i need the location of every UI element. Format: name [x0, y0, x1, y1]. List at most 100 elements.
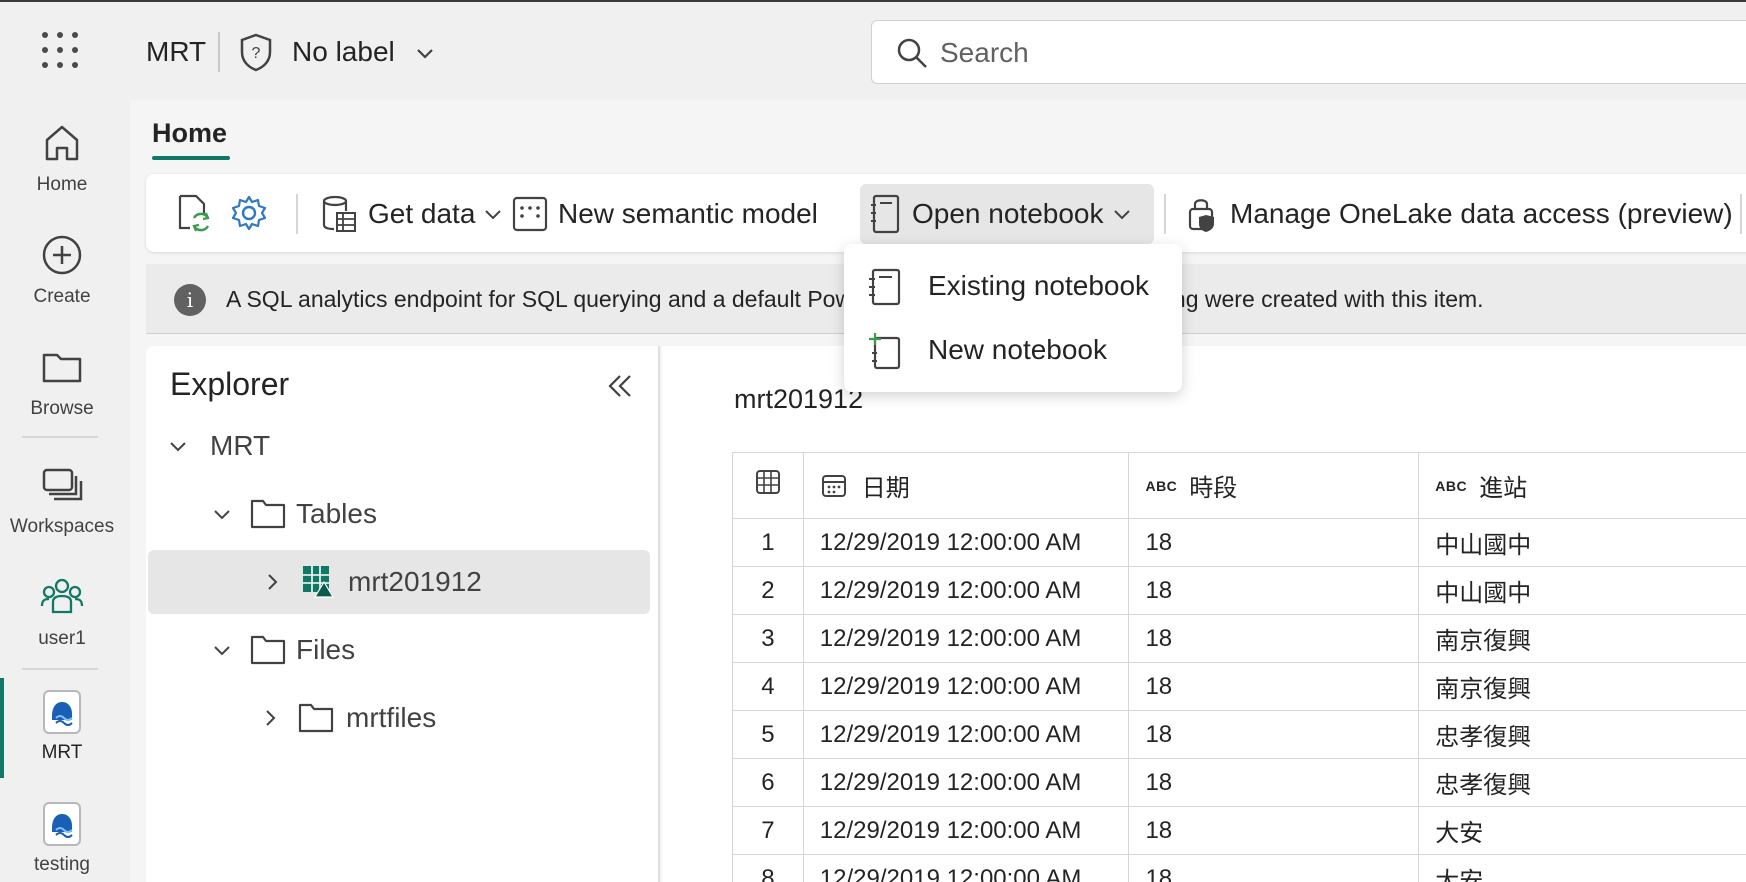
sensitivity-label[interactable]: No label	[292, 36, 395, 68]
nav-label: Create	[33, 286, 91, 307]
database-icon	[322, 195, 356, 232]
nav-testing[interactable]: testing	[0, 802, 124, 876]
cell-station: 忠孝復興	[1418, 758, 1746, 807]
folder-icon	[298, 703, 334, 733]
workspace-name[interactable]: MRT	[146, 36, 206, 68]
table-row: 4 12/29/2019 12:00:00 AM 18 南京復興	[732, 662, 1746, 711]
tree-item-mrtfiles[interactable]: mrtfiles	[146, 686, 660, 750]
app-launcher-icon[interactable]	[42, 32, 78, 68]
delta-table-icon	[303, 566, 334, 598]
table-row: 1 12/29/2019 12:00:00 AM 18 中山國中	[732, 518, 1746, 567]
cell-date: 12/29/2019 12:00:00 AM	[802, 518, 1130, 567]
table-row: 2 12/29/2019 12:00:00 AM 18 中山國中	[732, 566, 1746, 615]
grid-select-all[interactable]	[732, 452, 804, 519]
chevron-right-icon[interactable]	[258, 706, 282, 730]
column-header-date[interactable]: 日期	[802, 452, 1130, 519]
nav-user1[interactable]: user1	[0, 574, 124, 650]
cell-station: 中山國中	[1418, 518, 1746, 567]
table-row: 6 12/29/2019 12:00:00 AM 18 忠孝復興	[732, 758, 1746, 807]
lock-shield-icon	[1188, 199, 1214, 232]
toolbar-divider	[1740, 194, 1742, 234]
cell-slot: 18	[1128, 758, 1420, 807]
nav-divider	[22, 668, 98, 670]
cell-slot: 18	[1128, 566, 1420, 615]
new-semantic-model-button[interactable]: New semantic model	[502, 184, 828, 244]
nav-mrt[interactable]: MRT	[0, 690, 124, 764]
column-header-label: 時段	[1189, 475, 1238, 502]
notebook-icon	[869, 268, 901, 306]
plus-circle-icon	[42, 235, 82, 275]
tree-label: mrtfiles	[346, 702, 437, 733]
table-row: 7 12/29/2019 12:00:00 AM 18 大安	[732, 806, 1746, 855]
data-grid: 日期 ABC 時段 ABC 進站 1 12/29/2019 12:00:00 A…	[732, 452, 1746, 882]
cell-station: 忠孝復興	[1418, 710, 1746, 759]
cell-date: 12/29/2019 12:00:00 AM	[802, 662, 1130, 711]
folder-icon	[250, 635, 286, 665]
tab-home[interactable]: Home	[152, 118, 227, 149]
chevron-right-icon[interactable]	[260, 570, 284, 594]
search-input[interactable]: Search	[871, 20, 1746, 84]
open-notebook-button[interactable]: Open notebook	[860, 184, 1154, 244]
row-number: 6	[732, 758, 804, 807]
table-row: 3 12/29/2019 12:00:00 AM 18 南京復興	[732, 614, 1746, 663]
new-notebook-icon	[869, 333, 901, 370]
text-type-badge: ABC	[1145, 477, 1178, 494]
new-semantic-model-label: New semantic model	[558, 198, 818, 229]
notebook-icon	[871, 194, 900, 234]
chevron-down-icon[interactable]	[210, 502, 234, 526]
table-row: 8 12/29/2019 12:00:00 AM 18 大安	[732, 854, 1746, 882]
get-data-button[interactable]: Get data	[310, 184, 513, 244]
shield-icon[interactable]: ?	[238, 32, 274, 72]
nav-workspaces[interactable]: Workspaces	[0, 462, 124, 538]
row-number: 3	[732, 614, 804, 663]
semantic-model-icon	[512, 196, 548, 232]
text-type-badge: ABC	[1435, 477, 1468, 494]
app-window: MRT ? No label Search Home Create Browse…	[0, 0, 1746, 882]
cell-slot: 18	[1128, 710, 1420, 759]
cell-date: 12/29/2019 12:00:00 AM	[802, 710, 1130, 759]
row-number: 1	[732, 518, 804, 567]
row-number: 4	[732, 662, 804, 711]
nav-label: user1	[38, 628, 86, 649]
menu-item-existing-notebook[interactable]: Existing notebook	[844, 254, 1182, 316]
cell-date: 12/29/2019 12:00:00 AM	[802, 806, 1130, 855]
ribbon-toolbar: Get data New semantic model Open noteboo…	[146, 174, 1746, 252]
search-placeholder: Search	[940, 37, 1029, 68]
chevron-down-icon[interactable]	[414, 42, 436, 64]
tree-label: Files	[296, 634, 356, 665]
nav-divider	[22, 436, 98, 438]
cell-station: 大安	[1418, 854, 1746, 882]
toolbar-divider	[1164, 194, 1166, 234]
tree-item-table-mrt201912[interactable]: mrt201912	[148, 550, 650, 614]
cell-station: 大安	[1418, 806, 1746, 855]
row-number: 2	[732, 566, 804, 615]
nav-create[interactable]: Create	[0, 232, 124, 308]
chevron-down-icon[interactable]	[166, 434, 190, 458]
people-icon	[40, 578, 84, 614]
collapse-icon[interactable]	[604, 370, 636, 402]
tree-item-root[interactable]: MRT	[146, 414, 660, 478]
table-icon	[755, 470, 780, 494]
cell-slot: 18	[1128, 518, 1420, 567]
explorer-pane: Explorer MRT Tables mrt201912 Files mrtf…	[146, 346, 660, 882]
nav-home[interactable]: Home	[0, 120, 124, 196]
column-header-entry[interactable]: ABC 進站	[1418, 452, 1746, 519]
toolbar-divider	[296, 194, 298, 234]
tree-label: MRT	[210, 430, 271, 461]
refresh-icon[interactable]	[172, 192, 214, 234]
tree-item-tables[interactable]: Tables	[146, 482, 660, 546]
table-title: mrt201912	[734, 384, 864, 414]
svg-text:?: ?	[252, 45, 261, 62]
nav-label: Browse	[30, 398, 94, 419]
menu-item-new-notebook[interactable]: New notebook	[844, 318, 1182, 380]
nav-label: testing	[34, 854, 90, 875]
left-navigation: Home Create Browse Workspaces user1 MRT …	[0, 100, 130, 882]
column-header-slot[interactable]: ABC 時段	[1128, 452, 1420, 519]
gear-icon[interactable]	[228, 192, 270, 234]
chevron-down-icon[interactable]	[210, 638, 234, 662]
tree-item-files[interactable]: Files	[146, 618, 660, 682]
nav-label: Home	[36, 174, 88, 195]
column-header-label: 進站	[1479, 475, 1528, 502]
nav-browse[interactable]: Browse	[0, 344, 124, 420]
manage-onelake-access-button[interactable]: Manage OneLake data access (preview)	[1176, 184, 1743, 244]
